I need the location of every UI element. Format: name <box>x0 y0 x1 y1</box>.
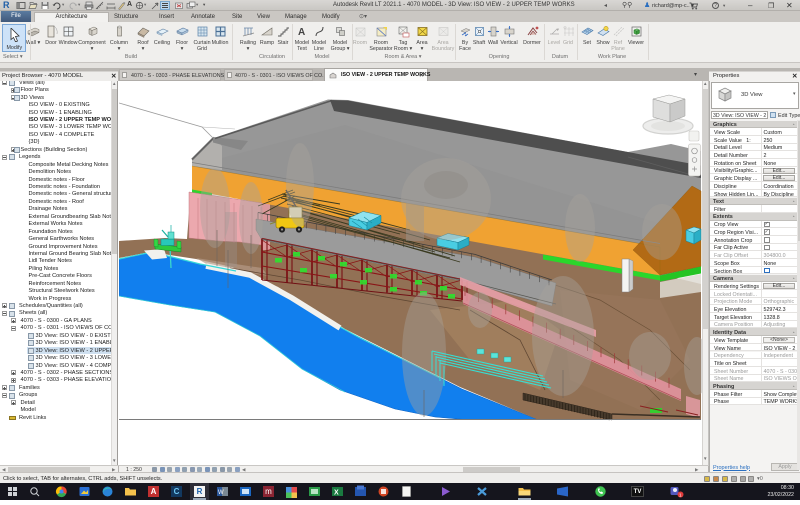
svg-text:A: A <box>298 27 305 38</box>
svg-text:W: W <box>218 490 224 496</box>
svg-text:X: X <box>334 490 339 497</box>
